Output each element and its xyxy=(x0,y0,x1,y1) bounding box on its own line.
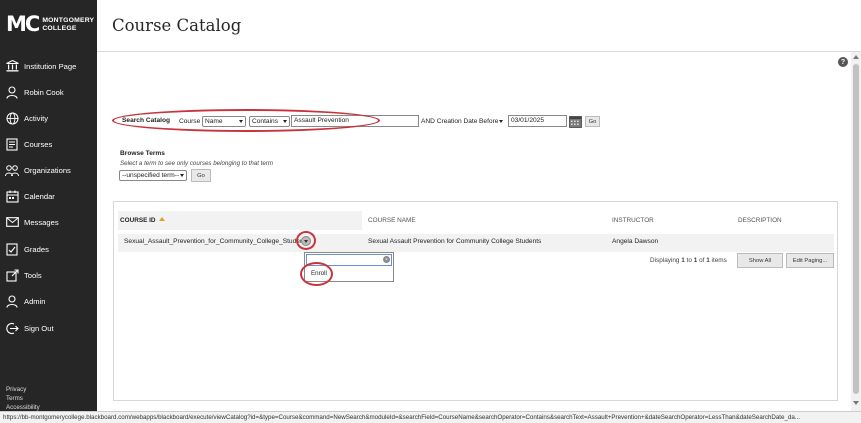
chevron-down-icon xyxy=(499,120,503,123)
sidebar-item-organizations[interactable]: Organizations xyxy=(0,159,97,181)
course-id-header-label: COURSE ID xyxy=(120,217,156,224)
sidebar-item-label: Tools xyxy=(24,270,42,280)
creation-date-value: 03/01/2025 xyxy=(511,117,545,124)
logo-text: MONTGOMERY COLLEGE xyxy=(42,17,94,32)
terms-link[interactable]: Terms xyxy=(6,395,23,402)
term-go-button[interactable]: Go xyxy=(191,169,211,182)
paging-prefix: Displaying xyxy=(650,257,680,264)
title-divider xyxy=(97,51,861,52)
edit-paging-button[interactable]: Edit Paging... xyxy=(786,253,834,268)
globe-icon xyxy=(5,111,19,125)
logo-mark: MC xyxy=(6,12,40,36)
paging-from: 1 xyxy=(681,257,685,264)
organizations-icon xyxy=(5,163,19,177)
privacy-link[interactable]: Privacy xyxy=(6,386,26,393)
description-column-header[interactable]: DESCRIPTION xyxy=(738,217,782,224)
results-panel: COURSE ID COURSE NAME INSTRUCTOR DESCRIP… xyxy=(113,201,838,401)
instructor-cell: Angela Dawson xyxy=(612,238,659,245)
calendar-icon xyxy=(5,189,19,203)
term-select[interactable]: --unspecified term-- xyxy=(119,170,187,181)
term-select-value: --unspecified term-- xyxy=(122,172,180,179)
scrollbar-thumb[interactable] xyxy=(853,64,859,394)
paging-suffix: items xyxy=(711,257,727,264)
scroll-up-arrow-icon[interactable] xyxy=(853,55,859,59)
sidebar-item-profile[interactable]: Robin Cook xyxy=(0,81,97,103)
sort-ascending-icon xyxy=(159,217,166,221)
grades-icon xyxy=(5,242,19,256)
sidebar-item-activity[interactable]: Activity xyxy=(0,107,97,129)
date-operator-value: Before xyxy=(479,118,499,125)
sidebar-item-label: Grades xyxy=(24,244,49,254)
browse-terms-hint: Select a term to see only courses belong… xyxy=(120,160,274,167)
sidebar-item-courses[interactable]: Courses xyxy=(0,133,97,155)
search-highlight-annotation xyxy=(112,109,380,132)
browse-terms-title: Browse Terms xyxy=(120,150,165,157)
logo-line-2: COLLEGE xyxy=(42,24,77,32)
chevron-down-icon xyxy=(180,174,184,177)
sidebar-item-label: Admin xyxy=(24,296,46,306)
sidebar-item-label: Institution Page xyxy=(24,61,77,71)
paging-to: 1 xyxy=(693,257,698,264)
sidebar-item-label: Messages xyxy=(24,217,59,227)
instructor-column-header[interactable]: INSTRUCTOR xyxy=(612,217,654,224)
main-content: Course Catalog ? Search Catalog Course N… xyxy=(97,0,861,411)
college-logo[interactable]: MC MONTGOMERY COLLEGE xyxy=(6,14,94,35)
course-id-cell[interactable]: Sexual_Assault_Prevention_for_Community_… xyxy=(124,238,309,245)
show-all-button[interactable]: Show All xyxy=(737,253,783,268)
calendar-picker-icon[interactable] xyxy=(569,115,582,130)
sidebar-item-institution-page[interactable]: Institution Page xyxy=(0,55,97,77)
help-icon[interactable]: ? xyxy=(838,57,848,67)
course-name-column-header[interactable]: COURSE NAME xyxy=(368,217,416,224)
envelope-icon xyxy=(5,215,19,229)
page-title: Course Catalog xyxy=(112,16,242,35)
course-name-cell: Sexual Assault Prevention for Community … xyxy=(368,238,542,245)
courses-icon xyxy=(5,137,19,151)
institution-icon xyxy=(5,59,19,73)
creation-date-label: AND Creation Date xyxy=(421,118,478,125)
sidebar-item-calendar[interactable]: Calendar xyxy=(0,185,97,207)
sidebar: MC MONTGOMERY COLLEGE Institution Page R… xyxy=(0,0,97,423)
paging-to-word: to xyxy=(686,257,692,264)
sidebar-item-messages[interactable]: Messages xyxy=(0,211,97,233)
course-id-column-header[interactable]: COURSE ID xyxy=(120,217,166,224)
sidebar-item-admin[interactable]: Admin xyxy=(0,290,97,312)
paging-of-word: of xyxy=(699,257,705,264)
accessibility-link[interactable]: Accessibility xyxy=(6,404,40,411)
options-highlight-annotation xyxy=(296,231,316,250)
sidebar-item-label: Robin Cook xyxy=(24,87,64,97)
sidebar-item-label: Courses xyxy=(24,139,53,149)
close-icon[interactable]: × xyxy=(383,256,390,263)
paging-total: 1 xyxy=(706,257,710,264)
sidebar-item-sign-out[interactable]: Sign Out xyxy=(0,317,97,339)
user-icon xyxy=(5,85,19,99)
scroll-down-arrow-icon[interactable] xyxy=(853,401,859,405)
browser-status-bar: https://bb-montgomerycollege.blackboard.… xyxy=(0,411,861,423)
sidebar-item-label: Calendar xyxy=(24,191,55,201)
tools-icon xyxy=(5,268,19,282)
date-operator-select[interactable]: Before xyxy=(477,116,506,127)
sign-out-icon xyxy=(5,321,19,335)
sidebar-item-tools[interactable]: Tools xyxy=(0,264,97,286)
logo-line-1: MONTGOMERY xyxy=(42,16,95,24)
enroll-highlight-annotation xyxy=(300,262,333,286)
sidebar-item-grades[interactable]: Grades xyxy=(0,238,97,260)
search-go-button[interactable]: Go xyxy=(585,116,600,127)
paging-status: Displaying 1 to 1 of 1 items xyxy=(650,257,727,264)
sidebar-item-label: Activity xyxy=(24,113,49,123)
sidebar-item-label: Organizations xyxy=(24,165,71,175)
sidebar-item-label: Sign Out xyxy=(24,323,54,333)
creation-date-input[interactable]: 03/01/2025 xyxy=(508,115,567,127)
admin-icon xyxy=(5,294,19,308)
